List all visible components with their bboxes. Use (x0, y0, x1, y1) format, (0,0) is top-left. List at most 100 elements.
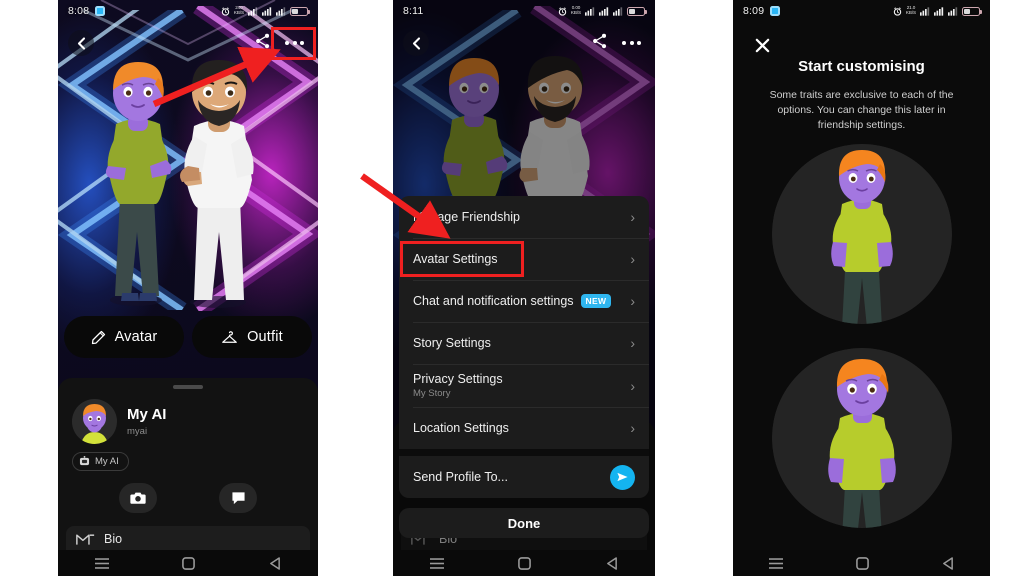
bio-label: Bio (104, 532, 123, 546)
sim2-signal-icon (934, 6, 944, 16)
back-button[interactable] (68, 30, 94, 56)
chevron-right-icon: › (630, 251, 635, 267)
profile-sheet: My AI myai My AI Bio (58, 378, 318, 576)
data-speed-indicator: 240 KB/S (233, 5, 244, 15)
battery-icon (290, 6, 310, 16)
annotation-arrow-left (152, 46, 281, 107)
close-button[interactable] (755, 38, 770, 58)
chat-notification-settings-menu-item[interactable]: Chat and notification settings NEW › (399, 280, 649, 322)
chevron-right-icon: › (630, 293, 635, 309)
chevron-right-icon: › (630, 335, 635, 351)
privacy-settings-menu-item[interactable]: Privacy Settings My Story › (399, 364, 649, 407)
phone-screenshot-middle: 8:11 0.00 KB/S Bio Manage Friendship › A… (393, 0, 655, 576)
outfit-button[interactable]: Outfit (192, 316, 312, 358)
highlight-box-avatar-settings (400, 241, 524, 277)
recents-icon[interactable] (94, 557, 109, 569)
menu-divider (399, 449, 649, 456)
status-bar-left: 8:08 240 KB/S (58, 0, 318, 22)
back-chevron-icon (412, 36, 420, 50)
story-settings-menu-item[interactable]: Story Settings › (399, 322, 649, 364)
recents-icon[interactable] (430, 557, 445, 569)
wifi-signal-icon (948, 6, 958, 16)
profile-name: My AI (127, 405, 167, 423)
chat-bubble-icon (231, 492, 245, 505)
alarm-icon (893, 6, 902, 16)
my-ai-badge[interactable]: My AI (72, 451, 129, 471)
bio-icon (76, 533, 95, 545)
robot-icon (79, 456, 90, 466)
privacy-settings-subtitle: My Story (413, 388, 451, 399)
back-triangle-icon[interactable] (606, 556, 618, 570)
hanger-icon (222, 330, 237, 343)
pencil-icon (91, 330, 105, 344)
chat-button[interactable] (219, 483, 257, 513)
page-description: Some traits are exclusive to each of the… (769, 89, 954, 131)
status-time: 8:09 (743, 5, 765, 17)
avatar-option-2[interactable] (771, 348, 952, 528)
camera-icon (130, 492, 146, 504)
wifi-signal-icon (276, 6, 286, 16)
home-icon[interactable] (518, 556, 532, 570)
avatar[interactable] (72, 398, 117, 444)
phone-screenshot-right: 8:09 21.0 KB/S Start customising Some tr… (733, 0, 990, 576)
notification-dot-icon (770, 6, 781, 16)
my-ai-badge-label: My AI (95, 455, 119, 467)
send-arrow-icon (617, 472, 628, 482)
done-button-label: Done (507, 515, 541, 531)
annotation-arrow-middle (360, 173, 451, 239)
outfit-button-label: Outfit (247, 329, 283, 345)
recents-icon[interactable] (769, 557, 784, 569)
sim2-signal-icon (262, 6, 272, 16)
highlight-box-more-options (271, 27, 316, 60)
battery-icon (962, 6, 982, 16)
sim1-signal-icon (248, 6, 258, 16)
data-speed-indicator: 21.0 KB/S (905, 5, 916, 15)
back-chevron-icon (77, 36, 85, 50)
screenshot-canvas: 8:08 240 KB/S Avatar Outfit My AI myai M… (0, 0, 1024, 576)
profile-header: My AI myai (58, 389, 318, 444)
new-badge: NEW (580, 294, 612, 308)
back-triangle-icon[interactable] (942, 556, 954, 570)
status-bar-middle: 8:11 0.00 KB/S (393, 0, 655, 22)
android-nav-bar-right (733, 550, 990, 576)
scene-action-pills: Avatar Outfit (64, 316, 312, 358)
send-button[interactable] (610, 464, 635, 490)
notification-dot-icon (95, 6, 106, 16)
camera-button[interactable] (119, 483, 157, 513)
profile-handle: myai (127, 425, 148, 437)
battery-icon (627, 6, 647, 16)
status-bar-right: 8:09 21.0 KB/S (733, 0, 990, 22)
profile-quick-actions (58, 483, 318, 513)
android-nav-bar-middle (393, 550, 655, 576)
status-time: 8:08 (68, 5, 90, 17)
sim2-signal-icon (599, 6, 609, 16)
avatar-button-label: Avatar (114, 329, 158, 345)
alarm-icon (558, 6, 567, 16)
data-speed-indicator: 0.00 KB/S (570, 5, 581, 15)
home-icon[interactable] (856, 556, 869, 570)
chevron-right-icon: › (630, 420, 635, 436)
send-profile-to-menu-item[interactable]: Send Profile To... (399, 456, 649, 498)
share-icon (593, 33, 607, 48)
home-icon[interactable] (182, 556, 196, 570)
chevron-right-icon: › (630, 377, 635, 394)
android-nav-bar-left (58, 550, 318, 576)
page-title: Start customising (798, 58, 925, 75)
close-x-icon (755, 38, 770, 53)
share-button[interactable] (592, 33, 608, 54)
status-time: 8:11 (403, 5, 424, 17)
chevron-right-icon: › (630, 209, 635, 225)
done-button[interactable]: Done (399, 508, 649, 538)
bio-row[interactable]: Bio (66, 526, 310, 552)
wifi-signal-icon (613, 6, 623, 16)
location-settings-menu-item[interactable]: Location Settings › (399, 407, 649, 449)
more-options-button[interactable] (618, 36, 645, 50)
back-triangle-icon[interactable] (269, 556, 281, 570)
back-button[interactable] (403, 30, 429, 56)
sim1-signal-icon (920, 6, 930, 16)
avatar-option-1[interactable] (771, 144, 952, 324)
avatar-button[interactable]: Avatar (64, 316, 184, 358)
alarm-icon (221, 6, 230, 16)
top-action-row-middle (393, 26, 655, 60)
sim1-signal-icon (585, 6, 595, 16)
